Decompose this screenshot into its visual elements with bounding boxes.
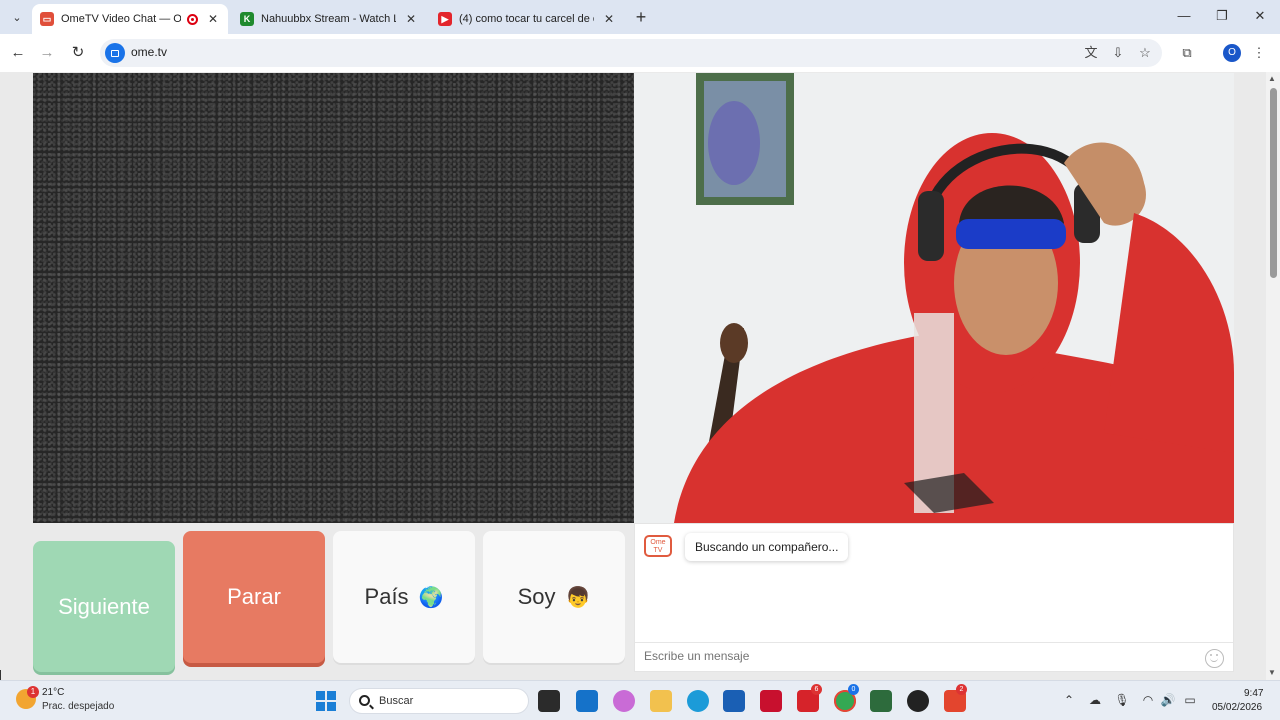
scroll-down-arrow-icon[interactable]: ▼ bbox=[1268, 668, 1276, 677]
chat-message-input[interactable] bbox=[644, 649, 1184, 663]
next-button[interactable]: Siguiente bbox=[33, 541, 175, 672]
chrome-badge: 0 bbox=[848, 684, 859, 695]
scroll-up-arrow-icon[interactable]: ▲ bbox=[1268, 74, 1276, 83]
scrollbar-thumb[interactable] bbox=[1270, 88, 1277, 278]
address-bar[interactable]: ome.tv 文 ⇩ ☆ bbox=[100, 39, 1162, 67]
recording-icon bbox=[187, 13, 198, 25]
taskbar-search[interactable]: Buscar bbox=[349, 688, 529, 714]
taskbar-search-label: Buscar bbox=[379, 695, 414, 707]
status-message: Buscando un compañero... bbox=[685, 533, 849, 561]
edge-icon[interactable] bbox=[687, 690, 709, 712]
mcafee-icon[interactable] bbox=[760, 690, 782, 712]
red-app-badge: 2 bbox=[956, 684, 967, 695]
country-button-label: País bbox=[364, 584, 409, 609]
search-icon bbox=[359, 695, 370, 706]
maximize-icon[interactable]: ❐ bbox=[1212, 8, 1232, 24]
sunglasses bbox=[956, 219, 1066, 249]
bookmark-star-icon[interactable]: ☆ bbox=[1136, 44, 1154, 62]
obs-icon[interactable] bbox=[907, 690, 929, 712]
profile-avatar[interactable]: O bbox=[1223, 44, 1241, 62]
back-arrow-icon[interactable]: ← bbox=[8, 43, 28, 63]
close-tab-icon[interactable]: ✕ bbox=[206, 12, 220, 26]
clock-time[interactable]: 9:47 bbox=[1244, 688, 1263, 699]
page-scrollbar[interactable]: ▲ ▼ bbox=[1266, 72, 1280, 680]
chat-input-row bbox=[635, 642, 1233, 672]
tab-title: (4) como tocar tu carcel de ena bbox=[459, 13, 594, 25]
kebab-menu-icon[interactable]: ⋮ bbox=[1250, 44, 1268, 62]
ometv-logo-icon: Ome TV bbox=[644, 535, 672, 557]
tab-strip: ⌄ ▭ OmeTV Video Chat — Ome ✕ K Nahuubbx … bbox=[0, 0, 1280, 34]
copilot-icon[interactable] bbox=[613, 690, 635, 712]
task-view-icon[interactable] bbox=[538, 690, 560, 712]
close-tab-icon[interactable]: ✕ bbox=[602, 12, 616, 26]
windows-taskbar: 1 21°C Prac. despejado Buscar 6 0 2 ⌃ ☁ … bbox=[0, 680, 1280, 720]
weather-temperature[interactable]: 21°C bbox=[42, 687, 64, 698]
close-tab-icon[interactable]: ✕ bbox=[404, 12, 418, 26]
kick-favicon-icon: K bbox=[240, 12, 254, 26]
minimize-icon[interactable]: — bbox=[1174, 8, 1194, 23]
volume-icon[interactable]: 🔊 bbox=[1160, 693, 1176, 707]
youtube-favicon-icon: ▶ bbox=[438, 12, 452, 26]
partner-video-static bbox=[33, 73, 634, 523]
forward-arrow-icon[interactable]: → bbox=[37, 43, 57, 63]
extensions-icon[interactable]: ⧉ bbox=[1178, 44, 1196, 62]
file-explorer-icon[interactable] bbox=[650, 690, 672, 712]
boy-icon: 👦 bbox=[565, 586, 591, 609]
tab-search-chevron-icon[interactable]: ⌄ bbox=[6, 6, 28, 28]
microsoft-store-icon[interactable] bbox=[723, 690, 745, 712]
windows-start-icon[interactable] bbox=[316, 691, 336, 711]
tray-overflow-chevron-icon[interactable]: ⌃ bbox=[1061, 693, 1077, 707]
wifi-icon[interactable]: ◠ bbox=[1140, 693, 1156, 707]
mouse-cursor-icon bbox=[0, 670, 7, 680]
gender-button-label: Soy bbox=[517, 584, 556, 609]
close-window-icon[interactable]: ✕ bbox=[1250, 8, 1270, 24]
site-info-icon[interactable] bbox=[105, 43, 125, 63]
tab-ometv[interactable]: ▭ OmeTV Video Chat — Ome ✕ bbox=[32, 4, 228, 34]
next-button-label: Siguiente bbox=[58, 593, 150, 619]
url-text[interactable]: ome.tv bbox=[131, 45, 167, 59]
outlook-icon[interactable] bbox=[576, 690, 598, 712]
own-webcam-video bbox=[634, 73, 1234, 523]
country-filter-button[interactable]: País 🌍 bbox=[333, 531, 475, 663]
clock-date[interactable]: 05/02/2026 bbox=[1212, 702, 1262, 713]
weather-badge: 1 bbox=[27, 686, 39, 698]
webcam-frame bbox=[634, 73, 1234, 523]
emoji-picker-icon[interactable] bbox=[1205, 649, 1224, 668]
tab-title: Nahuubbx Stream - Watch Live bbox=[261, 13, 396, 25]
chat-panel: Ome TV Buscando un compañero... bbox=[634, 523, 1234, 672]
cloud-sync-icon[interactable]: ☁ bbox=[1087, 693, 1103, 707]
tab-youtube[interactable]: ▶ (4) como tocar tu carcel de ena ✕ bbox=[430, 4, 624, 34]
yellow-app-icon[interactable] bbox=[870, 690, 892, 712]
stop-button[interactable]: Parar bbox=[183, 531, 325, 663]
weather-description[interactable]: Prac. despejado bbox=[42, 701, 114, 712]
microphone-icon[interactable]: 🎙 bbox=[1114, 693, 1130, 707]
battery-icon[interactable]: ▭ bbox=[1182, 693, 1198, 707]
gender-select-button[interactable]: Soy 👦 bbox=[483, 531, 625, 663]
install-app-icon[interactable]: ⇩ bbox=[1109, 44, 1127, 62]
ometv-page: Siguiente Parar País 🌍 Soy 👦 Ome TV Busc… bbox=[0, 72, 1280, 680]
tab-title: OmeTV Video Chat — Ome bbox=[61, 13, 181, 25]
globe-icon: 🌍 bbox=[418, 586, 444, 609]
browser-toolbar: ← → ↻ ome.tv 文 ⇩ ☆ ⧉ ⋮ bbox=[0, 34, 1280, 72]
translate-icon[interactable]: 文 bbox=[1082, 44, 1100, 62]
stop-button-label: Parar bbox=[227, 584, 281, 609]
ometv-favicon-icon: ▭ bbox=[40, 12, 54, 26]
new-tab-button[interactable]: + bbox=[632, 7, 650, 28]
tab-kick-stream[interactable]: K Nahuubbx Stream - Watch Live ✕ bbox=[232, 4, 426, 34]
reload-icon[interactable]: ↻ bbox=[68, 43, 88, 63]
l-app-badge: 6 bbox=[811, 684, 822, 695]
